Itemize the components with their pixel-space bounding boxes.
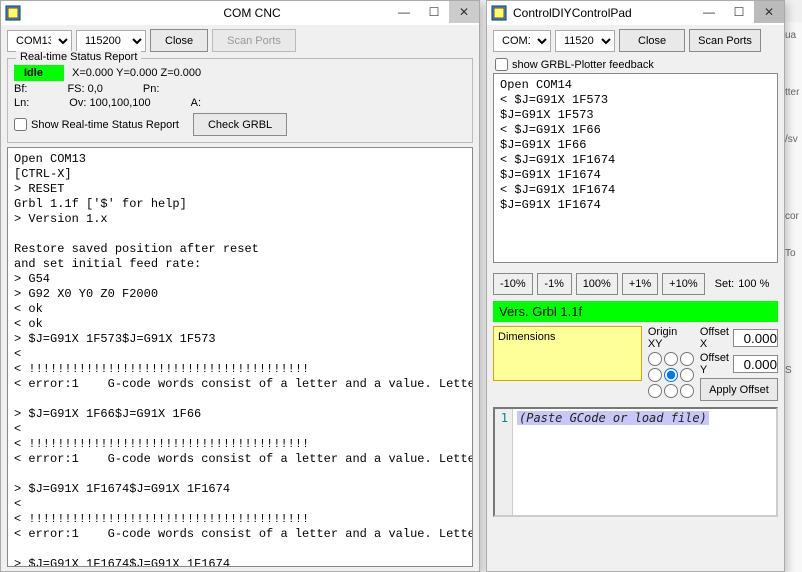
gcode-gutter: 1 [495,409,513,515]
baud-select[interactable]: 115200 [76,30,146,52]
override-m10-button[interactable]: -10% [493,273,533,295]
status-badge: Idle [14,65,64,81]
port-select[interactable]: COM14 [493,30,551,52]
offset-y-label: Offset Y [700,352,729,376]
maximize-button[interactable]: ☐ [419,1,449,23]
scan-ports-button[interactable]: Scan Ports [689,29,761,52]
ln-label: Ln: [14,97,29,109]
close-port-button[interactable]: Close [150,29,208,52]
window-control-pad: ControlDIYControlPad — ☐ ✕ COM14 115200 … [486,0,785,572]
origin-tc[interactable] [664,352,678,366]
app-icon [5,5,21,21]
dimensions-box: Dimensions [493,326,642,381]
status-group-title: Real-time Status Report [16,51,141,63]
set-label: Set: [715,278,735,290]
check-grbl-button[interactable]: Check GRBL [193,113,287,136]
ov-label: Ov: 100,100,100 [69,97,150,109]
gcode-text[interactable]: (Paste GCode or load file) [513,409,776,515]
override-row: -10% -1% 100% +1% +10% Set: 100 % [487,269,784,299]
gcode-editor[interactable]: 1 (Paste GCode or load file) [493,407,778,517]
offset-x-input[interactable] [733,329,778,347]
maximize-button[interactable]: ☐ [724,1,754,23]
version-bar: Vers. Grbl 1.1f [493,301,778,322]
window-com-cnc: COM CNC — ☐ ✕ COM13 115200 Close Scan Po… [0,0,480,572]
origin-tr[interactable] [680,352,694,366]
close-button[interactable]: ✕ [449,1,479,23]
override-m1-button[interactable]: -1% [537,273,572,295]
origin-ml[interactable] [648,368,662,382]
port-select[interactable]: COM13 [7,30,72,52]
minimize-button[interactable]: — [389,1,419,23]
offset-y-input[interactable] [733,355,778,373]
fs-label: FS: 0,0 [67,83,102,95]
apply-offset-button[interactable]: Apply Offset [700,378,778,401]
close-port-button[interactable]: Close [619,29,685,52]
minimize-button[interactable]: — [694,1,724,23]
baud-select[interactable]: 115200 [555,30,615,52]
serial-console-left[interactable]: Open COM13 [CTRL-X] > RESET Grbl 1.1f ['… [7,147,473,567]
show-rt-checkbox[interactable]: Show Real-time Status Report [14,118,179,131]
override-p10-button[interactable]: +10% [662,273,704,295]
scan-ports-button[interactable]: Scan Ports [212,29,296,52]
origin-label: Origin XY [648,326,694,350]
offset-x-label: Offset X [700,326,729,350]
origin-bc[interactable] [664,384,678,398]
origin-tl[interactable] [648,352,662,366]
titlebar-control-pad[interactable]: ControlDIYControlPad — ☐ ✕ [487,1,784,25]
show-feedback-checkbox[interactable]: show GRBL-Plotter feedback [495,58,776,71]
origin-mr[interactable] [680,368,694,382]
bf-label: Bf: [14,83,27,95]
override-100-button[interactable]: 100% [576,273,618,295]
origin-mc[interactable] [664,368,678,382]
background-fragment: ua tter /sv cor To S [782,22,802,572]
override-p1-button[interactable]: +1% [622,273,658,295]
origin-grid [648,352,694,398]
origin-bl[interactable] [648,384,662,398]
close-button[interactable]: ✕ [754,1,784,23]
show-rt-checkbox-input[interactable] [14,118,27,131]
show-feedback-checkbox-input[interactable] [495,58,508,71]
set-value: 100 % [738,278,769,290]
position-readout: X=0.000 Y=0.000 Z=0.000 [72,67,201,79]
app-icon [491,5,507,21]
titlebar-com-cnc[interactable]: COM CNC — ☐ ✕ [1,1,479,25]
serial-console-right[interactable]: Open COM14 < $J=G91X 1F573 $J=G91X 1F573… [493,73,778,263]
connection-toolbar: COM14 115200 Close Scan Ports [487,25,784,56]
dimensions-row: Dimensions Origin XY [487,324,784,403]
a-label: A: [191,97,201,109]
pn-label: Pn: [143,83,160,95]
status-groupbox: Real-time Status Report Idle X=0.000 Y=0… [7,58,473,143]
origin-br[interactable] [680,384,694,398]
